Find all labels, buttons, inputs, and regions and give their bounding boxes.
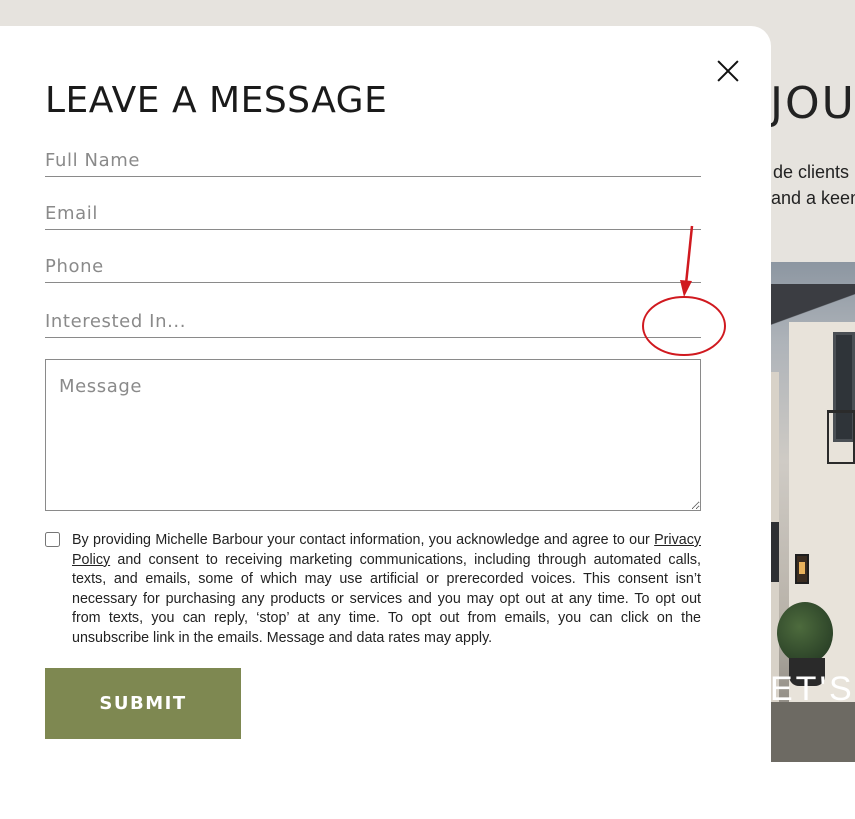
phone-input[interactable] [45, 251, 701, 283]
modal-title: LEAVE A MESSAGE [45, 80, 388, 121]
submit-button[interactable]: SUBMIT [45, 668, 241, 739]
consent-text-end: and consent to receiving marketing commu… [72, 551, 701, 646]
background-heading: JOU [770, 78, 855, 129]
interested-in-input[interactable] [45, 306, 701, 338]
email-input[interactable] [45, 198, 701, 230]
background-text-line: and a keen [771, 188, 855, 208]
close-icon[interactable] [716, 59, 740, 83]
background-banner-text: ET'S [770, 670, 855, 708]
message-textarea[interactable] [45, 359, 701, 511]
consent-text: By providing Michelle Barbour your conta… [72, 531, 701, 649]
background-text-line: de clients [773, 162, 850, 182]
consent-checkbox[interactable] [45, 532, 60, 547]
full-name-input[interactable] [45, 145, 701, 177]
consent-text-start: By providing Michelle Barbour your conta… [72, 532, 655, 548]
